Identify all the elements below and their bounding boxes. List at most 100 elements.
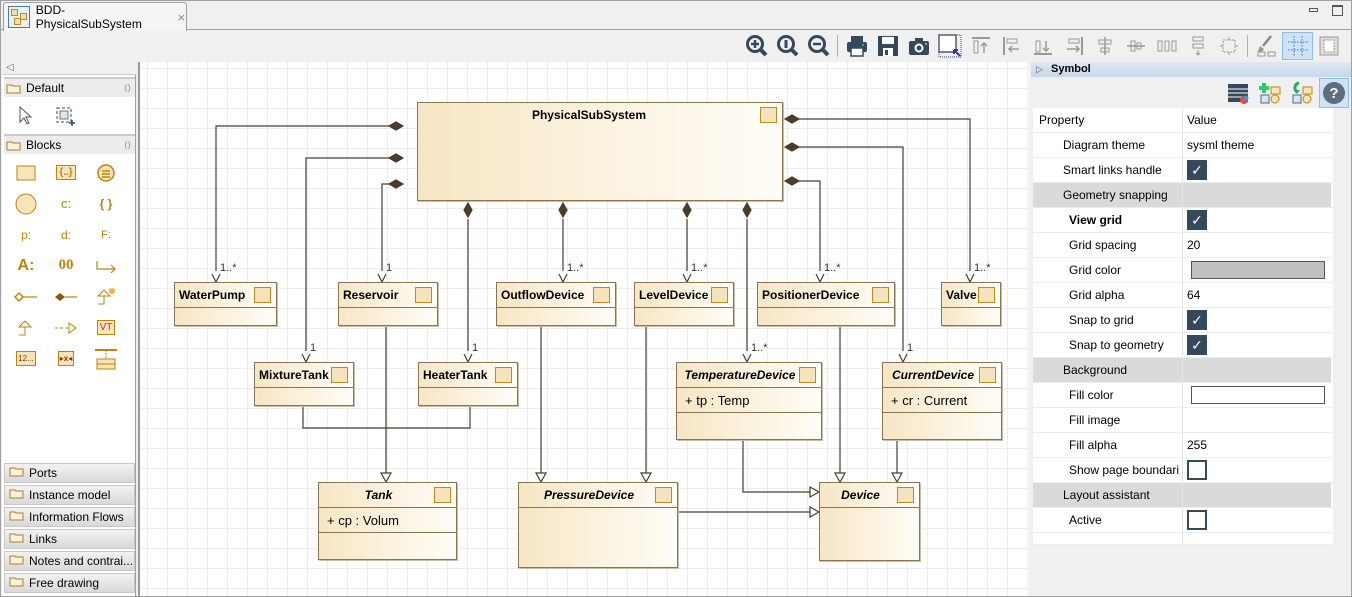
symbol-section-header[interactable]: ▷ Symbol (1031, 62, 1351, 77)
property-value[interactable] (1183, 383, 1331, 407)
drawer-information-flows[interactable]: Information Flows (4, 507, 135, 527)
composition-diamond[interactable] (558, 201, 568, 219)
property-value[interactable]: ✓ (1183, 158, 1331, 182)
block-positionerdevice[interactable]: PositionerDevice (757, 282, 895, 326)
checkbox-checked[interactable]: ✓ (1187, 160, 1207, 180)
minimize-button[interactable] (1309, 8, 1318, 12)
edit-properties-button[interactable] (1223, 78, 1253, 108)
save-button[interactable] (872, 32, 903, 60)
property-value[interactable] (1183, 408, 1331, 432)
operation-tool[interactable]: 00 (46, 250, 86, 281)
block-attribute[interactable]: + cp : Volum (319, 508, 456, 533)
checkbox-checked[interactable]: ✓ (1187, 210, 1207, 230)
layout-button[interactable] (1313, 32, 1344, 60)
property-row[interactable]: Layout assistant (1033, 483, 1333, 508)
composition-diamond[interactable] (682, 201, 692, 219)
property-row[interactable]: Geometry snapping (1033, 183, 1333, 208)
zoom-in-button[interactable] (741, 32, 772, 60)
distribute-v-button[interactable] (1182, 32, 1213, 60)
maximize-button[interactable] (1332, 5, 1343, 16)
block-heatertank[interactable]: HeaterTank (418, 362, 518, 406)
print-button[interactable] (841, 32, 872, 60)
value-type-tool[interactable]: {..} (46, 157, 86, 188)
align-right-button[interactable] (1058, 32, 1089, 60)
association-arrowhead[interactable] (965, 273, 975, 284)
drawer-blocks[interactable]: Blocks ⟨⟩ (4, 134, 135, 154)
property-value[interactable] (1183, 358, 1331, 382)
generalization-arrowhead[interactable] (809, 505, 821, 519)
flow-property-tool[interactable]: F: (86, 219, 126, 250)
block-temperaturedevice[interactable]: TemperatureDevice + tp : Temp (676, 362, 822, 440)
tab-bdd-physicalsubsystem[interactable]: BDD-PhysicalSubSystem ⨯ (3, 2, 187, 31)
dependency-tool[interactable] (86, 250, 126, 281)
association-arrowhead[interactable] (742, 353, 752, 364)
format-painter-button[interactable] (1251, 32, 1282, 60)
close-tab-icon[interactable]: ⨯ (177, 11, 186, 24)
pin-icon[interactable]: ⟨⟩ (124, 140, 131, 151)
actor-tool[interactable] (6, 188, 46, 219)
snapshot-button[interactable] (903, 32, 934, 60)
property-value[interactable] (1183, 483, 1331, 507)
drawer-ports[interactable]: Ports (4, 463, 135, 483)
association-block-tool[interactable] (86, 343, 126, 374)
drawer-links[interactable]: Links (4, 529, 135, 549)
block-attribute[interactable]: + tp : Temp (677, 388, 821, 413)
property-value[interactable]: ✓ (1183, 333, 1331, 357)
block-pressuredevice[interactable]: PressureDevice (518, 482, 678, 568)
block-physicalsubsystem[interactable]: PhysicalSubSystem (417, 102, 783, 201)
align-left-button[interactable] (996, 32, 1027, 60)
composition-diamond[interactable] (387, 153, 405, 163)
property-row[interactable]: Fill color (1033, 383, 1333, 408)
constraint-block-tool[interactable]: { } (86, 188, 126, 219)
block-outflowdevice[interactable]: OutflowDevice (496, 282, 616, 326)
port-connector-tool[interactable]: ▸x◂ (46, 343, 86, 374)
property-row[interactable]: Diagram theme sysml theme (1033, 133, 1333, 158)
property-row[interactable]: Snap to grid ✓ (1033, 308, 1333, 333)
property-value[interactable]: ✓ (1183, 308, 1331, 332)
property-value[interactable]: 64 (1183, 283, 1331, 307)
help-button[interactable]: ? (1319, 78, 1349, 108)
block-leveldevice[interactable]: LevelDevice (634, 282, 734, 326)
composition-diamond[interactable] (783, 114, 801, 124)
property-row[interactable]: Snap to geometry ✓ (1033, 333, 1333, 358)
diagram-canvas[interactable]: PhysicalSubSystem WaterPump Reservoir Outfl… (138, 62, 1029, 596)
data-property-tool[interactable]: d: (46, 219, 86, 250)
composition-link-positionerdevice[interactable] (797, 180, 821, 271)
literal-tool[interactable]: 12... (6, 343, 46, 374)
smart-generalization-tool[interactable] (86, 281, 126, 312)
drawer-notes-and-constraints[interactable]: Notes and contrai... (4, 551, 135, 571)
property-value[interactable] (1183, 183, 1331, 207)
block-reservoir[interactable]: Reservoir (338, 282, 438, 326)
drawer-free-drawing[interactable]: Free drawing (4, 573, 135, 593)
select-region-button[interactable] (934, 32, 965, 60)
aggregation-tool[interactable] (6, 281, 46, 312)
pin-icon[interactable]: ⟨⟩ (124, 83, 131, 94)
generalization-arrowhead[interactable] (534, 472, 548, 484)
generalization-arrowhead[interactable] (833, 472, 847, 484)
composition-diamond[interactable] (783, 142, 801, 152)
property-value[interactable]: ✓ (1183, 208, 1331, 232)
add-element-button[interactable] (1255, 78, 1285, 108)
block-mixturetank[interactable]: MixtureTank (254, 362, 354, 406)
attribute-tool[interactable]: A: (6, 250, 46, 281)
import-element-button[interactable] (1287, 78, 1317, 108)
property-row[interactable]: Fill alpha 255 (1033, 433, 1333, 458)
composition-diamond[interactable] (387, 179, 405, 189)
composition-diamond[interactable] (463, 201, 473, 219)
association-arrowhead[interactable] (377, 273, 387, 284)
generalization-link-temperature-device[interactable] (742, 440, 819, 493)
composition-diamond[interactable] (783, 176, 801, 186)
property-value[interactable]: 255 (1183, 433, 1331, 457)
enumeration-tool[interactable] (86, 157, 126, 188)
checkbox-unchecked[interactable] (1187, 460, 1207, 480)
generalization-arrowhead[interactable] (379, 472, 393, 484)
color-swatch[interactable] (1191, 386, 1325, 404)
constraint-property-tool[interactable]: c: (46, 188, 86, 219)
generalization-arrowhead[interactable] (639, 472, 653, 484)
property-value[interactable] (1183, 508, 1331, 532)
palette-collapse-button[interactable]: ◁ (2, 61, 136, 75)
align-top-button[interactable] (965, 32, 996, 60)
block-tank[interactable]: Tank + cp : Volum (318, 482, 457, 560)
property-value[interactable]: 20 (1183, 233, 1331, 257)
block-attribute[interactable]: + cr : Current (883, 388, 1001, 413)
